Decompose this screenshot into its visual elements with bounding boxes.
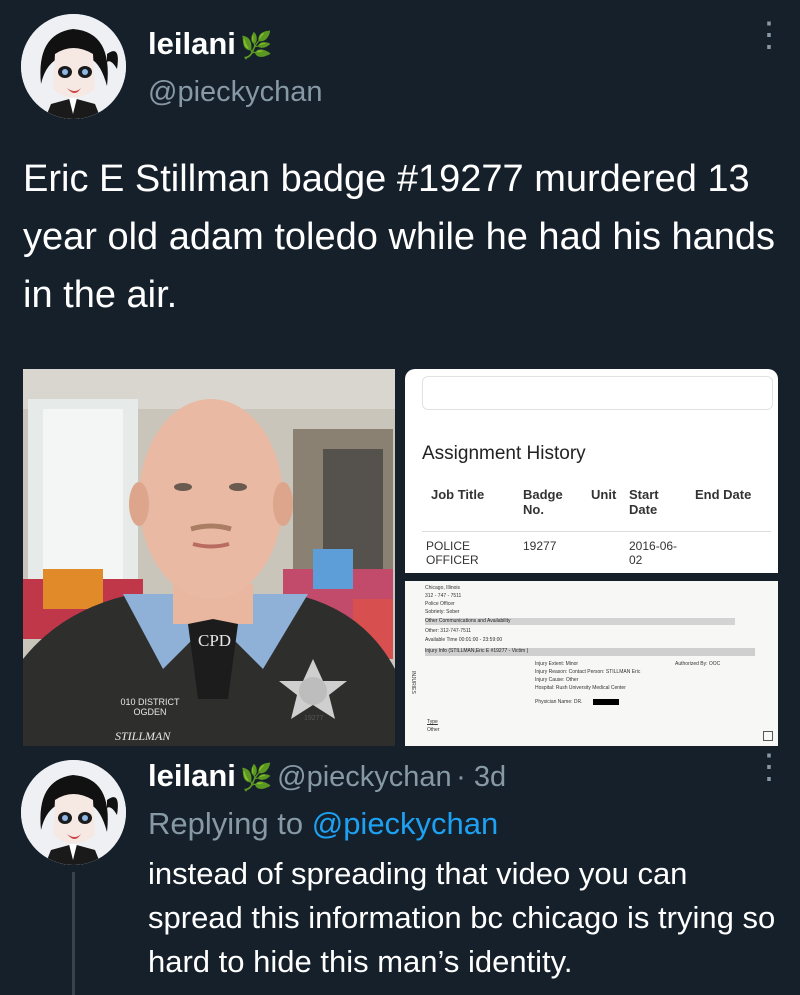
more-options-icon[interactable]: ⋮ bbox=[752, 18, 786, 52]
document-top-bar bbox=[422, 376, 773, 410]
report-line-7: Available Time 00:01:00 - 23:59:00 bbox=[425, 637, 503, 643]
author-handle[interactable]: @pieckychan bbox=[148, 76, 323, 109]
report-line-11: Injury Cause: Other bbox=[535, 677, 579, 683]
report-line-4: Sobriety: Sober bbox=[425, 609, 460, 615]
officer-portrait-image bbox=[23, 369, 395, 746]
reply-handle[interactable]: @pieckychan bbox=[277, 761, 452, 793]
reply-text: instead of spreading that video you can … bbox=[148, 856, 776, 979]
report-line-15: INJURIES bbox=[410, 671, 416, 694]
document-title: Assignment History bbox=[422, 443, 586, 464]
reply-timestamp[interactable]: · 3d bbox=[456, 761, 506, 793]
cell-job-title: POLICE OFFICER bbox=[426, 539, 479, 567]
name-tag-label: STILLMAN bbox=[115, 729, 171, 743]
replying-to-handle-link[interactable]: @pieckychan bbox=[312, 806, 499, 841]
reply-header-row[interactable]: leilani 🌿 @pieckychan · 3d bbox=[148, 758, 506, 794]
report-line-2: 312 - 747 - 7511 bbox=[425, 593, 462, 599]
column-end-date: End Date bbox=[695, 487, 752, 502]
anime-avatar-image bbox=[21, 760, 126, 865]
column-job-title: Job Title bbox=[431, 487, 485, 502]
report-line-13: Physician Name: DR. bbox=[535, 699, 583, 705]
herb-emoji-icon: 🌿 bbox=[240, 762, 273, 792]
report-line-17: Other bbox=[427, 727, 440, 733]
redaction-bar bbox=[593, 699, 619, 705]
report-line-6: Other: 312-747-7511 bbox=[425, 628, 472, 634]
tweet-text: Eric E Stillman badge #19277 murdered 13… bbox=[23, 158, 776, 316]
report-line-10: Injury Reason: Contact Person: STILLMAN … bbox=[535, 669, 641, 675]
report-line-1: Chicago, Illinois bbox=[425, 585, 461, 591]
incident-report-fragment: Chicago, Illinois 312 - 747 - 7511 Polic… bbox=[405, 581, 778, 746]
report-scroll-control bbox=[763, 731, 773, 741]
column-start-date: Start Date bbox=[629, 487, 659, 517]
author-name-row[interactable]: leilani 🌿 bbox=[148, 26, 273, 62]
report-line-8: Injury Info (STILLMAN,Eric E #19277 - Vi… bbox=[425, 648, 755, 656]
reply-display-name[interactable]: leilani bbox=[148, 758, 236, 793]
image-seam bbox=[405, 573, 778, 581]
author-display-name[interactable]: leilani bbox=[148, 26, 236, 61]
reply-author-avatar[interactable] bbox=[21, 760, 126, 865]
replying-to-label: Replying to bbox=[148, 806, 304, 841]
author-avatar[interactable] bbox=[21, 14, 126, 119]
officer-photo[interactable]: CPD 010 DISTRICT OGDEN STILLMAN 19277 bbox=[23, 369, 395, 746]
cell-start-date: 2016-06-02 bbox=[629, 539, 678, 567]
cpd-patch-label: CPD bbox=[198, 631, 232, 650]
column-badge-no: Badge No. bbox=[523, 487, 563, 517]
report-line-12: Hospital: Rush University Medical Center bbox=[535, 685, 626, 691]
report-line-9: Injury Extent: Minor bbox=[535, 661, 579, 667]
column-unit: Unit bbox=[591, 487, 617, 502]
report-line-3: Police Officer bbox=[425, 601, 455, 607]
header-divider bbox=[422, 531, 771, 532]
badge-number-label: 19277 bbox=[304, 715, 324, 722]
thread-connector-line bbox=[72, 872, 75, 995]
assignment-history-document[interactable]: Assignment History Job Title Badge No. U… bbox=[405, 369, 778, 746]
report-line-16: Type bbox=[427, 719, 438, 725]
cell-badge: 19277 bbox=[523, 539, 557, 553]
report-line-5: Other Communications and Availability bbox=[425, 618, 735, 625]
anime-avatar-image bbox=[21, 14, 126, 119]
district-patch-label: 010 DISTRICT OGDEN bbox=[120, 697, 180, 717]
report-line-14: Authorized By: OOC bbox=[675, 661, 721, 667]
reply-more-options-icon[interactable]: ⋮ bbox=[752, 750, 786, 784]
replying-to-line: Replying to @pieckychan bbox=[148, 806, 498, 842]
herb-emoji-icon: 🌿 bbox=[240, 30, 273, 60]
